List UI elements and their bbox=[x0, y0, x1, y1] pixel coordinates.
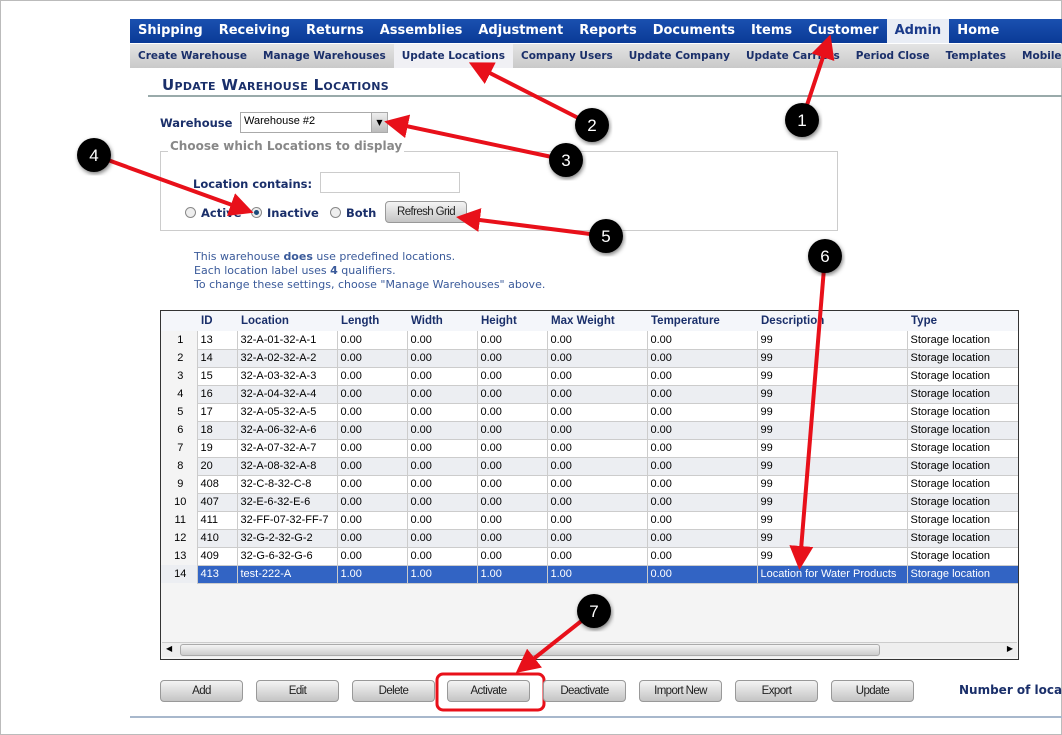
annotation-overlay: 1234567 bbox=[77, 34, 842, 712]
annotation-number: 5 bbox=[601, 227, 610, 246]
annotation-arrow bbox=[456, 208, 607, 238]
edit-button[interactable]: Edit bbox=[256, 680, 339, 702]
annotation-number: 3 bbox=[561, 151, 570, 170]
import-new-button[interactable]: Import New bbox=[639, 680, 722, 702]
annotation-number: 7 bbox=[589, 602, 598, 621]
deactivate-button[interactable]: Deactivate bbox=[543, 680, 626, 702]
annotation-arrow bbox=[384, 114, 567, 162]
annotation-number: 2 bbox=[587, 116, 596, 135]
delete-button[interactable]: Delete bbox=[352, 680, 435, 702]
annotation-number: 1 bbox=[797, 111, 806, 130]
annotation-arrow bbox=[468, 62, 593, 127]
activate-button[interactable]: Activate bbox=[447, 680, 530, 702]
export-button[interactable]: Export bbox=[735, 680, 818, 702]
annotation-arrow bbox=[93, 153, 254, 216]
update-button[interactable]: Update bbox=[831, 680, 914, 702]
annotation-arrow bbox=[789, 255, 827, 570]
add-button[interactable]: Add bbox=[160, 680, 243, 702]
annotation-number: 4 bbox=[89, 146, 98, 165]
annotation-number: 6 bbox=[820, 247, 829, 266]
